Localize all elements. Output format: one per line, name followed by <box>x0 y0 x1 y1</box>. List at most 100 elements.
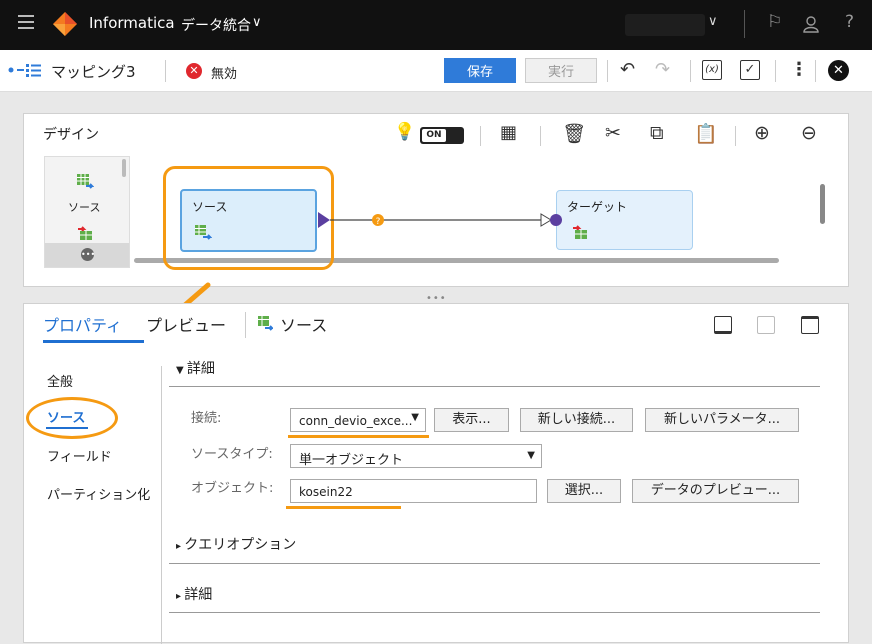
divider <box>735 126 736 146</box>
flag-icon[interactable]: ⚐ <box>767 12 782 32</box>
target-table-icon <box>573 225 587 239</box>
undo-icon[interactable]: ↶ <box>620 60 635 80</box>
object-label: オブジェクト: <box>191 481 274 496</box>
divider <box>775 60 776 82</box>
data-preview-button[interactable]: データのプレビュー... <box>632 479 799 503</box>
tab-preview[interactable]: プレビュー <box>146 312 226 336</box>
expanded-icon: ▼ <box>176 365 187 376</box>
divider <box>165 60 166 82</box>
source-table-icon <box>258 316 273 331</box>
nav-general[interactable]: 全般 <box>47 371 73 390</box>
more-transformations[interactable]: ••• <box>45 243 129 267</box>
object-field[interactable]: kosein22 <box>290 479 537 503</box>
mapping-name: マッピング3 <box>51 63 136 81</box>
user-icon[interactable] <box>803 15 819 33</box>
chevron-down-icon[interactable]: ∨ <box>708 14 718 29</box>
layout-bottom-icon[interactable] <box>714 316 732 334</box>
design-panel: デザイン 💡 ON ▦ 🗑 ✂ ⧉ 📋 ⊕ ⊖ ソース ••• <box>23 113 849 287</box>
target-table-icon[interactable] <box>76 225 94 241</box>
divider <box>161 366 162 644</box>
divider <box>607 60 608 82</box>
auto-toggle[interactable]: ON <box>420 127 464 144</box>
divider <box>815 60 816 82</box>
section-title: 詳細 <box>184 587 213 603</box>
show-button[interactable]: 表示... <box>434 408 509 432</box>
trash-icon[interactable]: 🗑 <box>562 122 586 145</box>
run-button[interactable]: 実行 <box>525 58 597 83</box>
more-icon[interactable]: ⋮ <box>790 60 808 80</box>
divider <box>169 612 820 613</box>
target-node[interactable]: ターゲット <box>556 190 693 250</box>
copy-icon[interactable]: ⧉ <box>650 122 664 144</box>
section-title: 詳細 <box>186 361 215 377</box>
status-badge: 無効 <box>211 67 238 82</box>
zoom-in-icon[interactable]: ⊕ <box>754 122 770 144</box>
highlight-box <box>163 166 334 270</box>
tab-source-title: ソース <box>280 316 328 335</box>
zoom-out-icon[interactable]: ⊖ <box>801 122 817 144</box>
nav-partitioning[interactable]: パーティション化 <box>47 484 150 503</box>
source-table-icon[interactable] <box>76 173 94 191</box>
more-icon: ••• <box>81 248 96 261</box>
help-icon[interactable]: ? <box>845 12 854 32</box>
section-title: クエリオプション <box>184 537 297 553</box>
chevron-down-icon[interactable]: ∨ <box>252 15 262 30</box>
highlight-underline <box>286 506 401 509</box>
palette-source-label[interactable]: ソース <box>68 199 100 215</box>
informatica-logo <box>53 12 77 36</box>
org-selector[interactable] <box>625 14 705 36</box>
layout-top-icon[interactable] <box>801 316 819 334</box>
scrollbar[interactable] <box>122 159 126 177</box>
product-switcher[interactable]: データ統合 <box>181 15 251 35</box>
mapping-toolbar: マッピング3 ✕ 無効 保存 実行 ↶ ↷ (x) ✓ ⋮ ✕ <box>0 50 872 92</box>
transformation-palette: ソース ••• <box>44 156 130 268</box>
object-value: kosein22 <box>299 485 353 499</box>
lightbulb-icon[interactable]: 💡 <box>394 122 415 142</box>
dropdown-arrow-icon: ▼ <box>527 450 535 461</box>
divider <box>480 126 481 146</box>
highlight-underline <box>288 435 429 438</box>
collapsed-icon: ▸ <box>176 591 185 602</box>
section-advanced[interactable]: ▸ 詳細 <box>176 584 212 604</box>
formula-icon[interactable]: (x) <box>702 60 722 80</box>
grid-icon[interactable]: ▦ <box>500 122 517 143</box>
node-label: ターゲット <box>567 200 628 214</box>
connection-select[interactable]: conn_devio_exce... ▼ <box>290 408 426 432</box>
divider <box>744 10 745 38</box>
source-type-label: ソースタイプ: <box>191 447 273 462</box>
highlight-circle <box>26 397 118 439</box>
divider <box>169 563 820 564</box>
panel-title: デザイン <box>43 127 99 143</box>
error-icon: ✕ <box>186 63 202 79</box>
paste-icon[interactable]: 📋 <box>694 122 718 145</box>
section-detail-header[interactable]: ▼ 詳細 <box>176 358 215 378</box>
divider <box>540 126 541 146</box>
brand-name: Informatica <box>89 14 175 32</box>
divider <box>690 60 691 82</box>
validate-icon[interactable]: ✓ <box>740 60 760 80</box>
new-connection-button[interactable]: 新しい接続... <box>520 408 633 432</box>
toggle-label: ON <box>422 129 446 142</box>
divider <box>245 312 246 338</box>
mapping-icon <box>8 64 41 77</box>
select-object-button[interactable]: 選択... <box>547 479 621 503</box>
layout-split-icon[interactable] <box>757 316 775 334</box>
divider <box>169 386 820 387</box>
menu-icon[interactable] <box>18 15 34 29</box>
tab-properties[interactable]: プロパティ <box>43 312 122 336</box>
collapsed-icon: ▸ <box>176 541 185 552</box>
source-type-select[interactable]: 単一オブジェクト ▼ <box>290 444 542 468</box>
save-button[interactable]: 保存 <box>444 58 516 83</box>
connection-label: 接続: <box>191 411 222 426</box>
active-tab-indicator <box>43 340 144 343</box>
dropdown-arrow-icon: ▼ <box>411 412 419 423</box>
vertical-scrollbar[interactable] <box>820 184 825 224</box>
connection-value: conn_devio_exce... <box>299 414 413 428</box>
new-parameter-button[interactable]: 新しいパラメータ... <box>645 408 799 432</box>
section-query-options[interactable]: ▸ クエリオプション <box>176 534 296 554</box>
scissors-icon[interactable]: ✂ <box>605 122 621 144</box>
redo-icon[interactable]: ↷ <box>655 60 670 80</box>
close-icon[interactable]: ✕ <box>828 60 849 81</box>
source-type-value: 単一オブジェクト <box>299 453 404 468</box>
nav-fields[interactable]: フィールド <box>47 446 112 465</box>
